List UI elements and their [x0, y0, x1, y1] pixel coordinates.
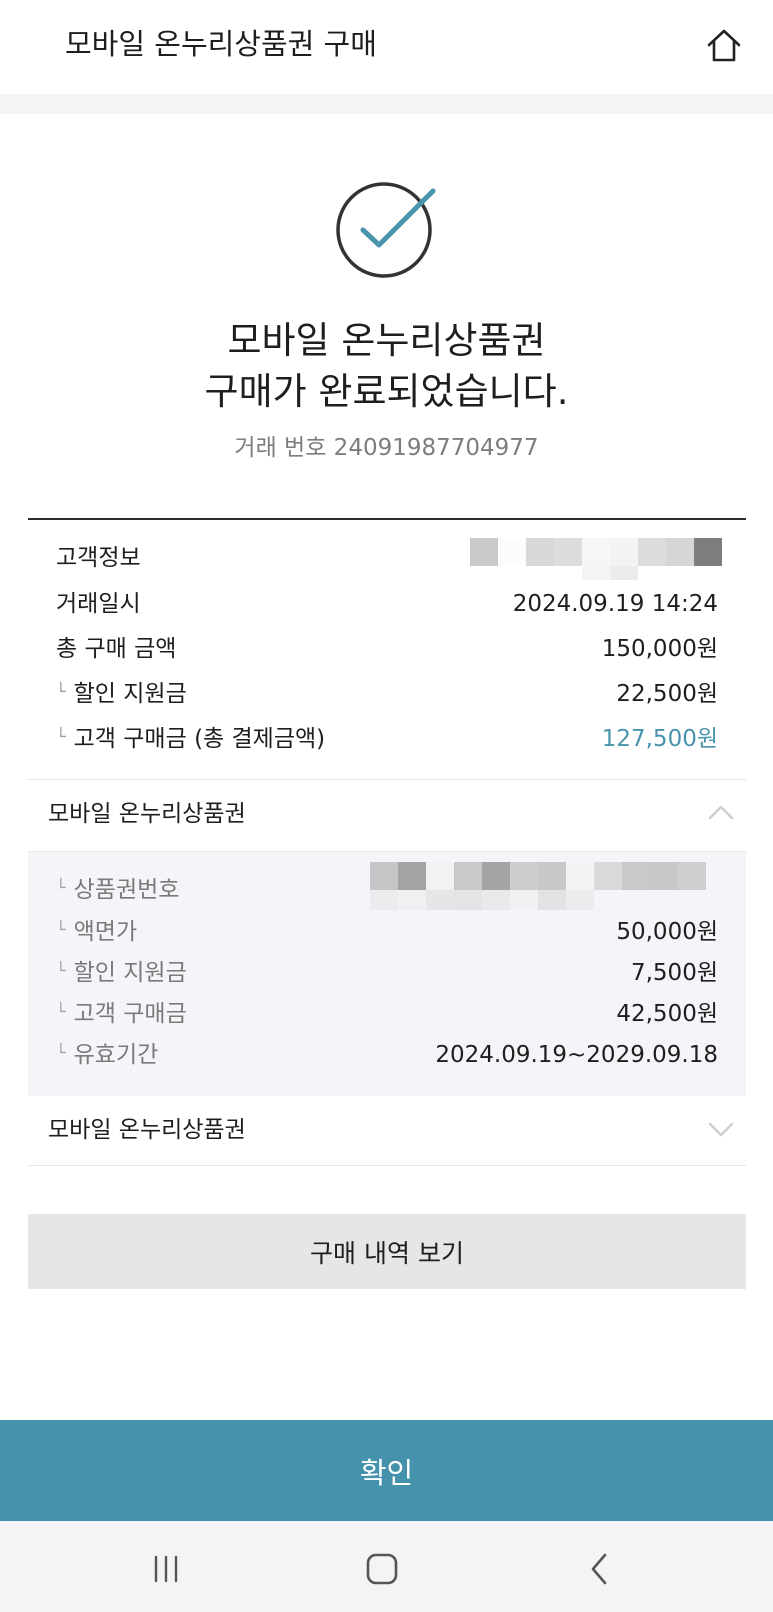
page-title: 모바일 온누리상품권 구매: [65, 27, 377, 61]
discount-row: └ 할인 지원금 22,500원: [28, 674, 746, 714]
corner-bracket-icon: └: [56, 961, 66, 980]
customer-info-label: 고객정보: [56, 545, 141, 571]
corner-bracket-icon: └: [56, 920, 66, 939]
back-icon: [591, 1553, 607, 1585]
voucher-customer-pay-label: 고객 구매금: [73, 1001, 187, 1027]
voucher-section-title: 모바일 온누리상품권: [48, 801, 246, 827]
customer-info-row: 고객정보: [28, 538, 746, 580]
voucher-discount-label: 할인 지원금: [73, 960, 187, 986]
recent-apps-icon: [154, 1555, 178, 1583]
datetime-value: 2024.09.19 14:24: [512, 591, 718, 617]
app-header: 모바일 온누리상품권 구매: [0, 0, 773, 94]
header-separator: [0, 94, 773, 114]
customer-info-redacted: [470, 538, 722, 580]
voucher-discount-row: └ 할인 지원금 7,500원: [28, 953, 746, 993]
datetime-label: 거래일시: [56, 591, 141, 617]
completion-title-line2: 구매가 완료되었습니다.: [204, 370, 569, 413]
face-value-row: └ 액면가 50,000원: [28, 912, 746, 952]
voucher-section-header-2[interactable]: 모바일 온누리상품권: [28, 1096, 746, 1164]
validity-row: └ 유효기간 2024.09.19~2029.09.18: [28, 1035, 746, 1075]
home-nav-button[interactable]: [352, 1549, 412, 1589]
corner-bracket-icon: └: [56, 878, 66, 897]
datetime-row: 거래일시 2024.09.19 14:24: [28, 584, 746, 624]
total-amount-label: 총 구매 금액: [56, 636, 177, 662]
voucher-section-header-1[interactable]: 모바일 온누리상품권: [28, 780, 746, 848]
recent-apps-button[interactable]: [136, 1549, 196, 1589]
voucher-customer-pay-value: 42,500원: [616, 1001, 718, 1027]
voucher-customer-pay-row: └ 고객 구매금 42,500원: [28, 994, 746, 1034]
discount-label: 할인 지원금: [73, 681, 187, 707]
total-amount-value: 150,000원: [601, 636, 718, 662]
voucher-number-label: 상품권번호: [73, 877, 180, 903]
validity-label: 유효기간: [73, 1042, 159, 1068]
summary-divider: [28, 518, 746, 520]
corner-bracket-icon: └: [56, 682, 66, 701]
total-amount-row: 총 구매 금액 150,000원: [28, 629, 746, 669]
section-divider: [28, 1165, 746, 1166]
corner-bracket-icon: └: [56, 1002, 66, 1021]
customer-pay-row: └ 고객 구매금 (총 결제금액) 127,500원: [28, 719, 746, 759]
chevron-up-icon: [708, 805, 734, 820]
back-button[interactable]: [570, 1549, 630, 1589]
transaction-number: 거래 번호 24091987704977: [234, 435, 539, 461]
home-icon: [707, 29, 741, 62]
voucher-discount-value: 7,500원: [630, 960, 718, 986]
completion-title-line1: 모바일 온누리상품권: [227, 319, 546, 362]
check-circle-icon: [336, 182, 436, 278]
voucher-number-redacted: [370, 862, 706, 910]
corner-bracket-icon: └: [56, 727, 66, 746]
corner-bracket-icon: └: [56, 1043, 66, 1062]
customer-pay-label: 고객 구매금 (총 결제금액): [73, 726, 326, 752]
validity-value: 2024.09.19~2029.09.18: [435, 1042, 718, 1068]
confirm-button[interactable]: 확인: [0, 1420, 773, 1521]
chevron-down-icon: [708, 1122, 734, 1137]
face-value-value: 50,000원: [616, 919, 718, 945]
home-button[interactable]: [702, 24, 746, 68]
discount-value: 22,500원: [616, 681, 718, 707]
voucher-section-title: 모바일 온누리상품권: [48, 1117, 246, 1143]
home-nav-icon: [366, 1553, 398, 1585]
customer-pay-value: 127,500원: [601, 726, 718, 752]
face-value-label: 액면가: [73, 919, 138, 945]
system-nav-bar: [0, 1521, 773, 1612]
voucher-number-row: └ 상품권번호: [28, 862, 746, 910]
view-purchase-history-button[interactable]: 구매 내역 보기: [28, 1214, 746, 1289]
